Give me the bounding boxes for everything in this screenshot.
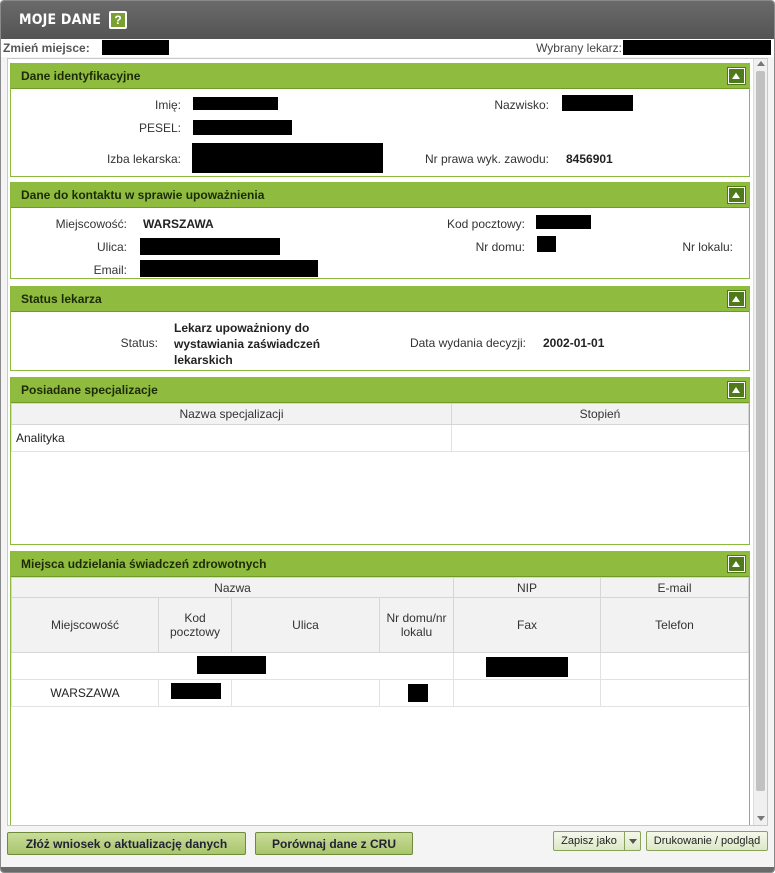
place-house-redacted	[408, 684, 428, 702]
column-header-fax[interactable]: Fax	[453, 597, 601, 653]
place-email-cell	[600, 652, 749, 680]
places-table: Nazwa NIP E-mail Miejscowość Kod pocztow…	[11, 577, 749, 707]
scrollbar-thumb[interactable]	[756, 71, 765, 791]
decision-date-value: 2002-01-01	[543, 336, 605, 350]
place-phone-cell	[600, 679, 749, 707]
license-label: Nr prawa wyk. zawodu:	[424, 152, 549, 166]
column-header-email[interactable]: E-mail	[600, 577, 749, 598]
panel-contact-title: Dane do kontaktu w sprawie upoważnienia	[21, 187, 265, 202]
column-header-name[interactable]: Nazwa	[11, 577, 454, 598]
email-label: Email:	[93, 263, 127, 277]
location-bar: Zmień miejsce: Wybrany lekarz:	[1, 39, 774, 57]
flat-number-label: Nr lokalu:	[682, 240, 733, 254]
city-value: WARSZAWA	[143, 217, 214, 231]
collapse-icon[interactable]	[727, 186, 746, 204]
column-header-city[interactable]: Miejscowość	[11, 597, 159, 653]
house-number-redacted	[537, 236, 556, 252]
specialization-degree-cell	[451, 424, 749, 452]
collapse-icon[interactable]	[727, 67, 746, 85]
last-name-label: Nazwisko:	[494, 98, 549, 112]
panel-places-title: Miejsca udzielania świadczeń zdrowotnych	[21, 556, 267, 571]
panel-places-header: Miejsca udzielania świadczeń zdrowotnych	[11, 551, 749, 577]
print-preview-button[interactable]: Drukowanie / podgląd	[646, 831, 768, 851]
place-city-cell: WARSZAWA	[11, 679, 159, 707]
panel-status-header: Status lekarza	[11, 286, 749, 312]
column-header-street[interactable]: Ulica	[231, 597, 380, 653]
compare-cru-button[interactable]: Porównaj dane z CRU	[255, 832, 413, 855]
column-header-nip[interactable]: NIP	[453, 577, 601, 598]
column-header-house-number[interactable]: Nr domu/nr lokalu	[379, 597, 454, 653]
place-nip-cell	[453, 652, 601, 680]
bottom-border-strip	[1, 867, 774, 872]
specialization-name-cell: Analityka	[11, 424, 452, 452]
panel-identification: Dane identyfikacyjne Imię: Nazwisko: PES…	[10, 63, 750, 177]
help-icon[interactable]: ?	[109, 11, 128, 29]
scroll-down-icon[interactable]	[757, 816, 765, 821]
column-header-specialization-name[interactable]: Nazwa specjalizacji	[11, 403, 452, 425]
save-as-label[interactable]: Zapisz jako	[561, 835, 617, 847]
collapse-icon[interactable]	[727, 290, 746, 308]
place-name-cell	[11, 652, 454, 680]
pesel-redacted	[193, 120, 292, 135]
content-scroll-area[interactable]: Dane identyfikacyjne Imię: Nazwisko: PES…	[7, 58, 768, 826]
panel-contact: Dane do kontaktu w sprawie upoważnienia …	[10, 182, 750, 279]
panel-status-title: Status lekarza	[21, 291, 102, 306]
street-label: Ulica:	[96, 240, 127, 254]
place-house-cell	[379, 679, 454, 707]
selected-doctor-redacted-value	[623, 40, 771, 55]
scroll-up-icon[interactable]	[757, 61, 765, 66]
window-titlebar: MOJE DANE ?	[1, 1, 774, 39]
postal-code-label: Kod pocztowy:	[446, 217, 525, 231]
street-redacted	[140, 238, 280, 255]
decision-date-label: Data wydania decyzji:	[409, 336, 526, 350]
save-as-split-button[interactable]: Zapisz jako	[553, 831, 641, 851]
column-header-postal-code[interactable]: Kod pocztowy	[158, 597, 232, 653]
change-place-label[interactable]: Zmień miejsce:	[3, 41, 90, 55]
place-fax-cell	[453, 679, 601, 707]
table-row[interactable]: WARSZAWA	[11, 679, 749, 707]
panel-status: Status lekarza Status: Lekarz upoważnion…	[10, 286, 750, 371]
place-name-redacted	[197, 656, 266, 674]
column-header-phone[interactable]: Telefon	[600, 597, 749, 653]
table-row[interactable]	[11, 652, 749, 680]
chevron-down-icon[interactable]	[624, 832, 640, 850]
panel-identification-title: Dane identyfikacyjne	[21, 68, 141, 83]
license-value: 8456901	[566, 152, 613, 166]
pesel-label: PESEL:	[138, 121, 181, 135]
panel-specializations: Posiadane specjalizacje Nazwa specjaliza…	[10, 377, 750, 545]
collapse-icon[interactable]	[727, 555, 746, 573]
column-header-degree[interactable]: Stopień	[451, 403, 749, 425]
postal-code-redacted	[536, 215, 591, 229]
place-postal-cell	[158, 679, 232, 707]
place-postal-redacted	[171, 683, 221, 699]
moje-dane-window: MOJE DANE ? Zmień miejsce: Wybrany lekar…	[0, 0, 775, 873]
email-redacted	[140, 260, 318, 277]
city-label: Miejscowość:	[55, 217, 127, 231]
chamber-label: Izba lekarska:	[106, 152, 181, 166]
vertical-scrollbar[interactable]	[753, 59, 767, 825]
collapse-icon[interactable]	[727, 381, 746, 399]
table-row[interactable]: Analityka	[11, 424, 749, 452]
chamber-redacted	[192, 143, 383, 173]
place-street-cell	[231, 679, 380, 707]
panel-contact-header: Dane do kontaktu w sprawie upoważnienia	[11, 182, 749, 208]
panel-identification-header: Dane identyfikacyjne	[11, 63, 749, 89]
window-title: MOJE DANE	[19, 12, 102, 28]
house-number-label: Nr domu:	[475, 240, 525, 254]
first-name-redacted	[193, 97, 278, 110]
panel-specializations-title: Posiadane specjalizacje	[21, 382, 158, 397]
last-name-redacted	[562, 95, 633, 111]
panel-places: Miejsca udzielania świadczeń zdrowotnych…	[10, 551, 750, 825]
change-place-redacted-value	[102, 40, 169, 55]
selected-doctor-label: Wybrany lekarz:	[536, 41, 622, 55]
first-name-label: Imię:	[154, 98, 181, 112]
panel-specializations-header: Posiadane specjalizacje	[11, 377, 749, 403]
place-nip-redacted	[486, 657, 568, 677]
specializations-table: Nazwa specjalizacji Stopień Analityka	[11, 403, 749, 452]
status-label: Status:	[120, 336, 158, 350]
status-value: Lekarz upoważniony do wystawiania zaświa…	[174, 321, 321, 367]
request-update-button[interactable]: Złóż wniosek o aktualizację danych	[7, 832, 246, 855]
footer-toolbar: Złóż wniosek o aktualizację danych Porów…	[1, 827, 774, 867]
